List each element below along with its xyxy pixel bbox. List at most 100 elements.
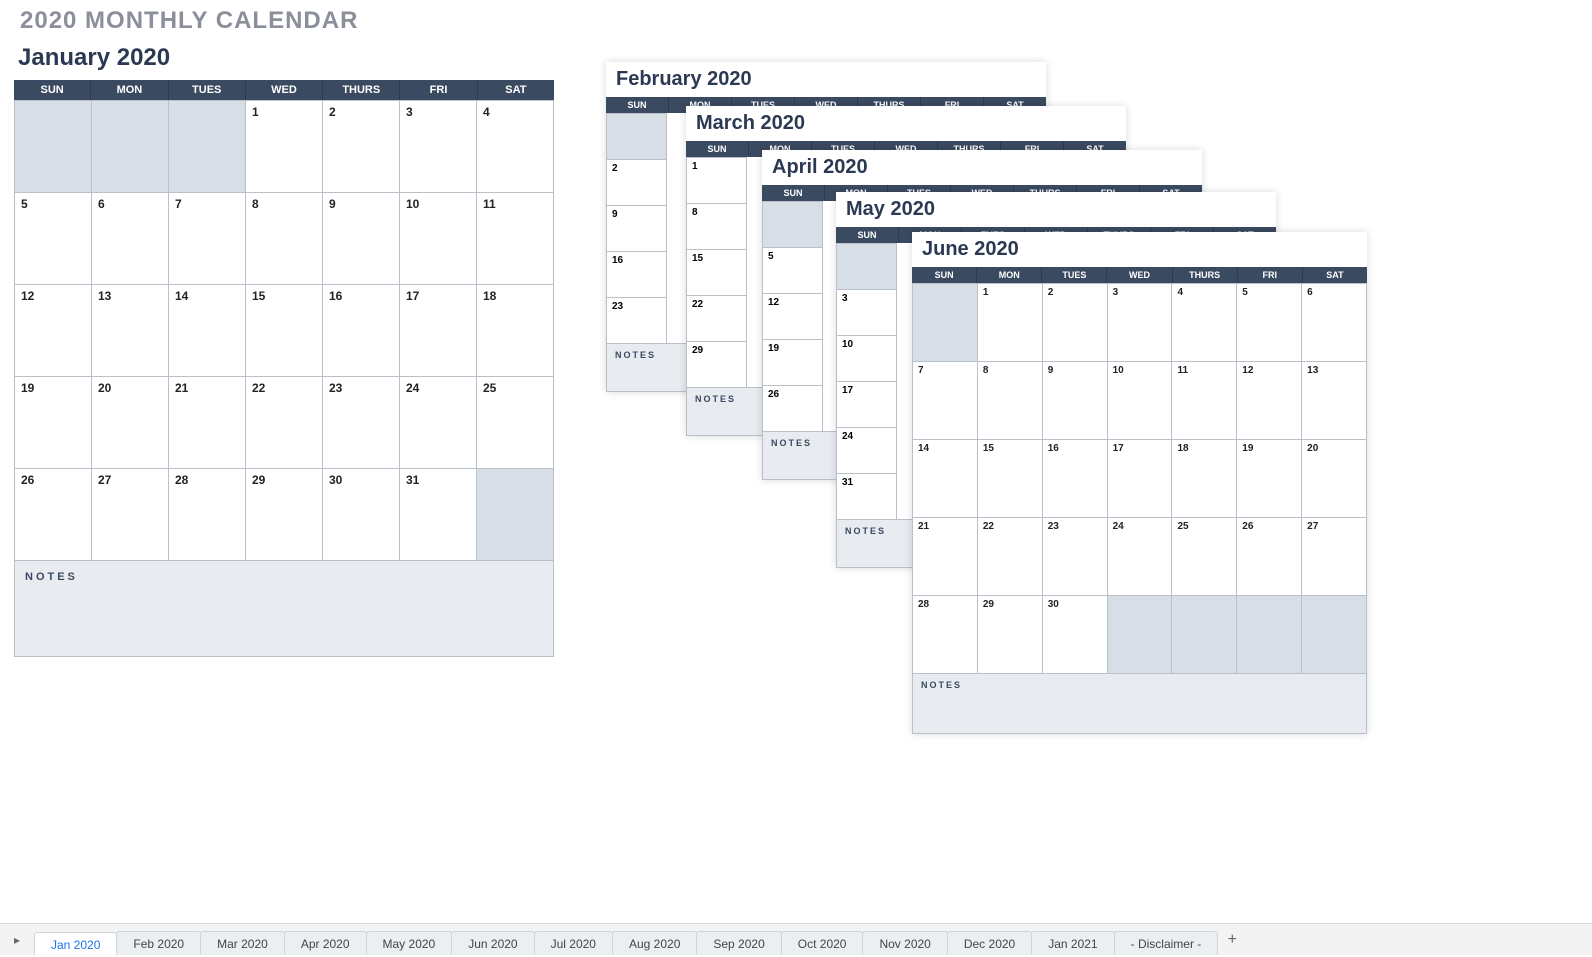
calendar-day-cell[interactable] [1302, 595, 1366, 673]
calendar-day-cell[interactable]: 21 [169, 376, 246, 468]
calendar-day-cell[interactable]: 27 [1302, 517, 1366, 595]
calendar-day-cell[interactable]: 15 [246, 284, 323, 376]
calendar-day-cell[interactable] [1237, 595, 1302, 673]
calendar-day-cell[interactable]: 17 [400, 284, 477, 376]
calendar-day-cell[interactable]: 2 [323, 100, 400, 192]
calendar-day-cell[interactable]: 13 [92, 284, 169, 376]
calendar-day-cell[interactable]: 2 [1043, 283, 1108, 361]
calendar-day-cell[interactable]: 22 [246, 376, 323, 468]
calendar-day-cell[interactable]: 1 [687, 157, 746, 203]
calendar-day-cell[interactable]: 21 [913, 517, 978, 595]
sheet-tab[interactable]: Jul 2020 [534, 931, 613, 955]
calendar-day-cell[interactable]: 20 [92, 376, 169, 468]
calendar-day-cell[interactable]: 24 [400, 376, 477, 468]
calendar-day-cell[interactable] [837, 243, 896, 289]
calendar-day-cell[interactable]: 9 [1043, 361, 1108, 439]
calendar-day-cell[interactable]: 16 [323, 284, 400, 376]
calendar-day-cell[interactable]: 31 [400, 468, 477, 560]
sheet-tab[interactable]: Sep 2020 [696, 931, 781, 955]
calendar-day-cell[interactable]: 16 [1043, 439, 1108, 517]
tab-nav-icon[interactable]: ▸ [0, 924, 34, 955]
calendar-day-cell[interactable] [92, 100, 169, 192]
sheet-tab[interactable]: Jan 2021 [1031, 931, 1114, 955]
sheet-tab[interactable]: Feb 2020 [116, 931, 201, 955]
calendar-day-cell[interactable]: 9 [323, 192, 400, 284]
sheet-tab[interactable]: - Disclaimer - [1114, 931, 1219, 955]
calendar-day-cell[interactable]: 20 [1302, 439, 1366, 517]
notes-section[interactable]: NOTES [912, 674, 1367, 734]
calendar-day-cell[interactable]: 10 [400, 192, 477, 284]
calendar-day-cell[interactable] [169, 100, 246, 192]
calendar-day-cell[interactable]: 7 [913, 361, 978, 439]
calendar-day-cell[interactable]: 14 [169, 284, 246, 376]
calendar-day-cell[interactable]: 24 [1108, 517, 1173, 595]
calendar-day-cell[interactable]: 17 [837, 381, 896, 427]
calendar-day-cell[interactable]: 12 [763, 293, 822, 339]
calendar-day-cell[interactable]: 14 [913, 439, 978, 517]
calendar-day-cell[interactable]: 23 [1043, 517, 1108, 595]
calendar-day-cell[interactable]: 5 [1237, 283, 1302, 361]
calendar-day-cell[interactable]: 29 [978, 595, 1043, 673]
calendar-day-cell[interactable]: 26 [1237, 517, 1302, 595]
calendar-day-cell[interactable]: 10 [1108, 361, 1173, 439]
calendar-day-cell[interactable] [607, 113, 666, 159]
calendar-day-cell[interactable]: 28 [169, 468, 246, 560]
calendar-day-cell[interactable]: 4 [477, 100, 553, 192]
calendar-day-cell[interactable]: 8 [246, 192, 323, 284]
calendar-day-cell[interactable]: 19 [15, 376, 92, 468]
calendar-day-cell[interactable]: 19 [763, 339, 822, 385]
calendar-day-cell[interactable]: 25 [1172, 517, 1237, 595]
calendar-day-cell[interactable]: 3 [837, 289, 896, 335]
calendar-day-cell[interactable]: 19 [1237, 439, 1302, 517]
calendar-day-cell[interactable]: 5 [15, 192, 92, 284]
calendar-day-cell[interactable]: 22 [687, 295, 746, 341]
calendar-day-cell[interactable]: 23 [607, 297, 666, 343]
calendar-day-cell[interactable]: 22 [978, 517, 1043, 595]
calendar-day-cell[interactable]: 8 [978, 361, 1043, 439]
calendar-day-cell[interactable]: 5 [763, 247, 822, 293]
sheet-tab[interactable]: Mar 2020 [200, 931, 285, 955]
calendar-day-cell[interactable]: 16 [607, 251, 666, 297]
calendar-day-cell[interactable]: 7 [169, 192, 246, 284]
sheet-tab[interactable]: Jun 2020 [451, 931, 534, 955]
calendar-day-cell[interactable] [913, 283, 978, 361]
calendar-day-cell[interactable]: 28 [913, 595, 978, 673]
calendar-day-cell[interactable]: 30 [1043, 595, 1108, 673]
calendar-day-cell[interactable]: 29 [246, 468, 323, 560]
sheet-tab[interactable]: Dec 2020 [947, 931, 1032, 955]
calendar-day-cell[interactable] [1108, 595, 1173, 673]
notes-section[interactable]: NOTES [14, 561, 554, 657]
calendar-day-cell[interactable]: 27 [92, 468, 169, 560]
calendar-day-cell[interactable]: 2 [607, 159, 666, 205]
calendar-day-cell[interactable]: 3 [400, 100, 477, 192]
calendar-day-cell[interactable]: 1 [246, 100, 323, 192]
calendar-day-cell[interactable]: 31 [837, 473, 896, 519]
calendar-day-cell[interactable]: 3 [1108, 283, 1173, 361]
add-sheet-button[interactable]: + [1217, 931, 1247, 949]
calendar-day-cell[interactable]: 26 [763, 385, 822, 431]
sheet-tab[interactable]: Nov 2020 [862, 931, 947, 955]
calendar-day-cell[interactable]: 30 [323, 468, 400, 560]
calendar-day-cell[interactable]: 29 [687, 341, 746, 387]
calendar-day-cell[interactable]: 15 [978, 439, 1043, 517]
calendar-day-cell[interactable]: 12 [15, 284, 92, 376]
sheet-tab[interactable]: Jan 2020 [34, 932, 117, 956]
calendar-day-cell[interactable]: 10 [837, 335, 896, 381]
calendar-day-cell[interactable]: 15 [687, 249, 746, 295]
calendar-day-cell[interactable] [477, 468, 553, 560]
sheet-tab[interactable]: Apr 2020 [284, 931, 367, 955]
sheet-tab[interactable]: Aug 2020 [612, 931, 697, 955]
sheet-tab[interactable]: Oct 2020 [781, 931, 864, 955]
calendar-day-cell[interactable]: 13 [1302, 361, 1366, 439]
sheet-tab[interactable]: May 2020 [366, 931, 453, 955]
calendar-day-cell[interactable] [763, 201, 822, 247]
calendar-day-cell[interactable]: 12 [1237, 361, 1302, 439]
calendar-day-cell[interactable]: 4 [1172, 283, 1237, 361]
calendar-day-cell[interactable]: 11 [477, 192, 553, 284]
calendar-day-cell[interactable]: 17 [1108, 439, 1173, 517]
calendar-day-cell[interactable]: 18 [477, 284, 553, 376]
calendar-day-cell[interactable] [1172, 595, 1237, 673]
calendar-day-cell[interactable]: 24 [837, 427, 896, 473]
calendar-day-cell[interactable]: 25 [477, 376, 553, 468]
calendar-day-cell[interactable]: 6 [1302, 283, 1366, 361]
